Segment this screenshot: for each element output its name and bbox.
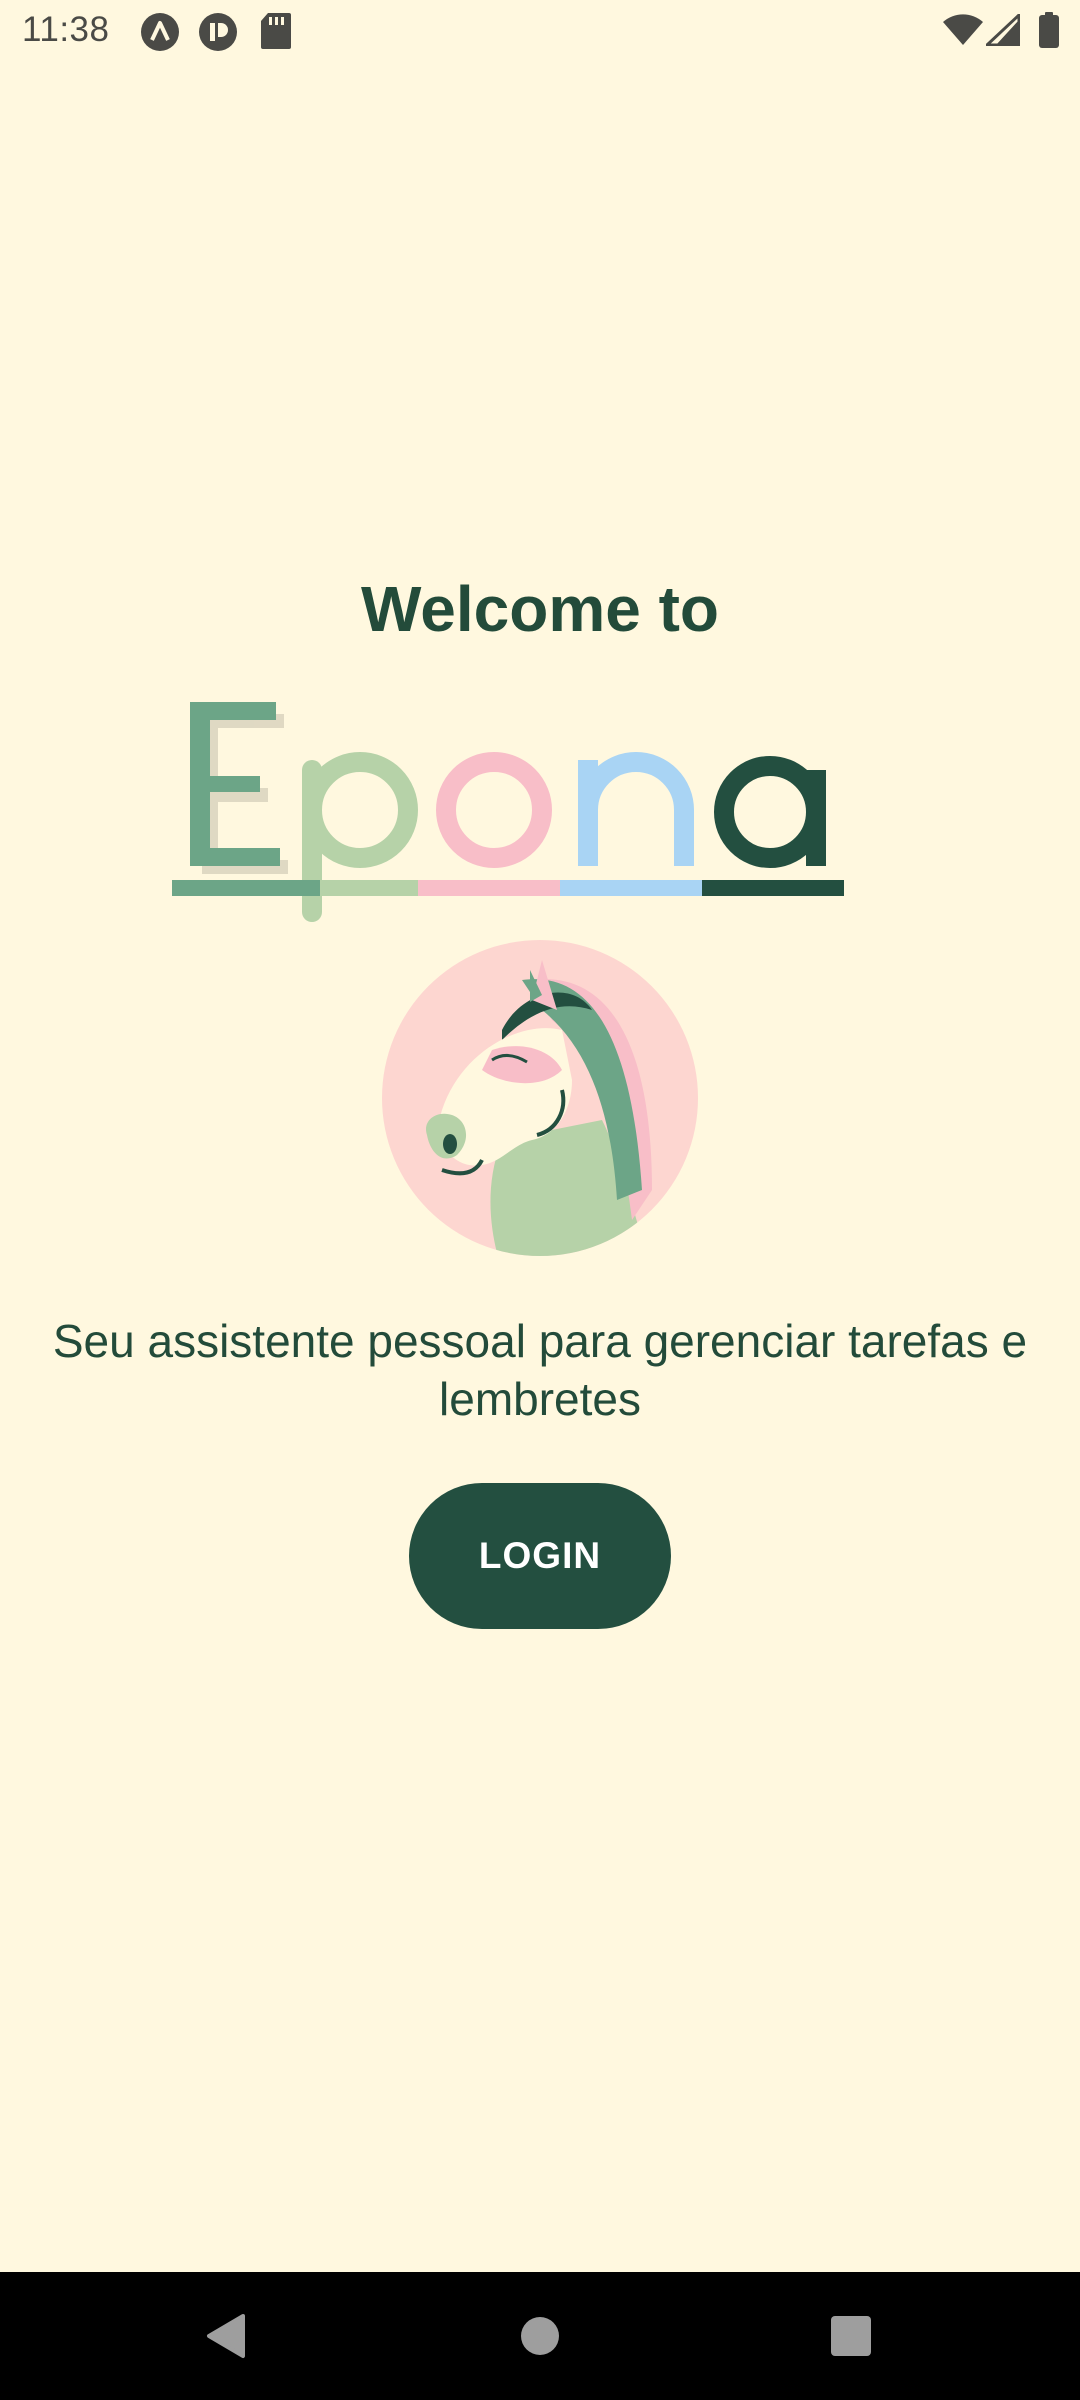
notification-b-icon <box>198 12 238 57</box>
back-button[interactable] <box>145 2272 305 2400</box>
epona-logo <box>172 702 844 922</box>
back-icon <box>207 2314 245 2358</box>
cell-signal-icon <box>985 13 1021 51</box>
navigation-bar <box>0 2272 1080 2400</box>
wifi-icon <box>942 14 984 51</box>
battery-icon <box>1038 12 1060 53</box>
status-bar: 11:38 <box>0 0 1080 64</box>
recents-button[interactable] <box>771 2272 931 2400</box>
recents-icon <box>831 2316 871 2356</box>
sd-card-icon <box>260 12 292 55</box>
tagline: Seu assistente pessoal para gerenciar ta… <box>52 1315 1028 1425</box>
welcome-heading: Welcome to <box>361 573 719 645</box>
home-icon <box>521 2317 559 2355</box>
status-time: 11:38 <box>22 10 110 49</box>
home-button[interactable] <box>460 2272 620 2400</box>
login-button[interactable]: LOGIN <box>409 1483 671 1629</box>
notification-a-icon <box>140 12 180 57</box>
horse-illustration <box>382 940 698 1256</box>
